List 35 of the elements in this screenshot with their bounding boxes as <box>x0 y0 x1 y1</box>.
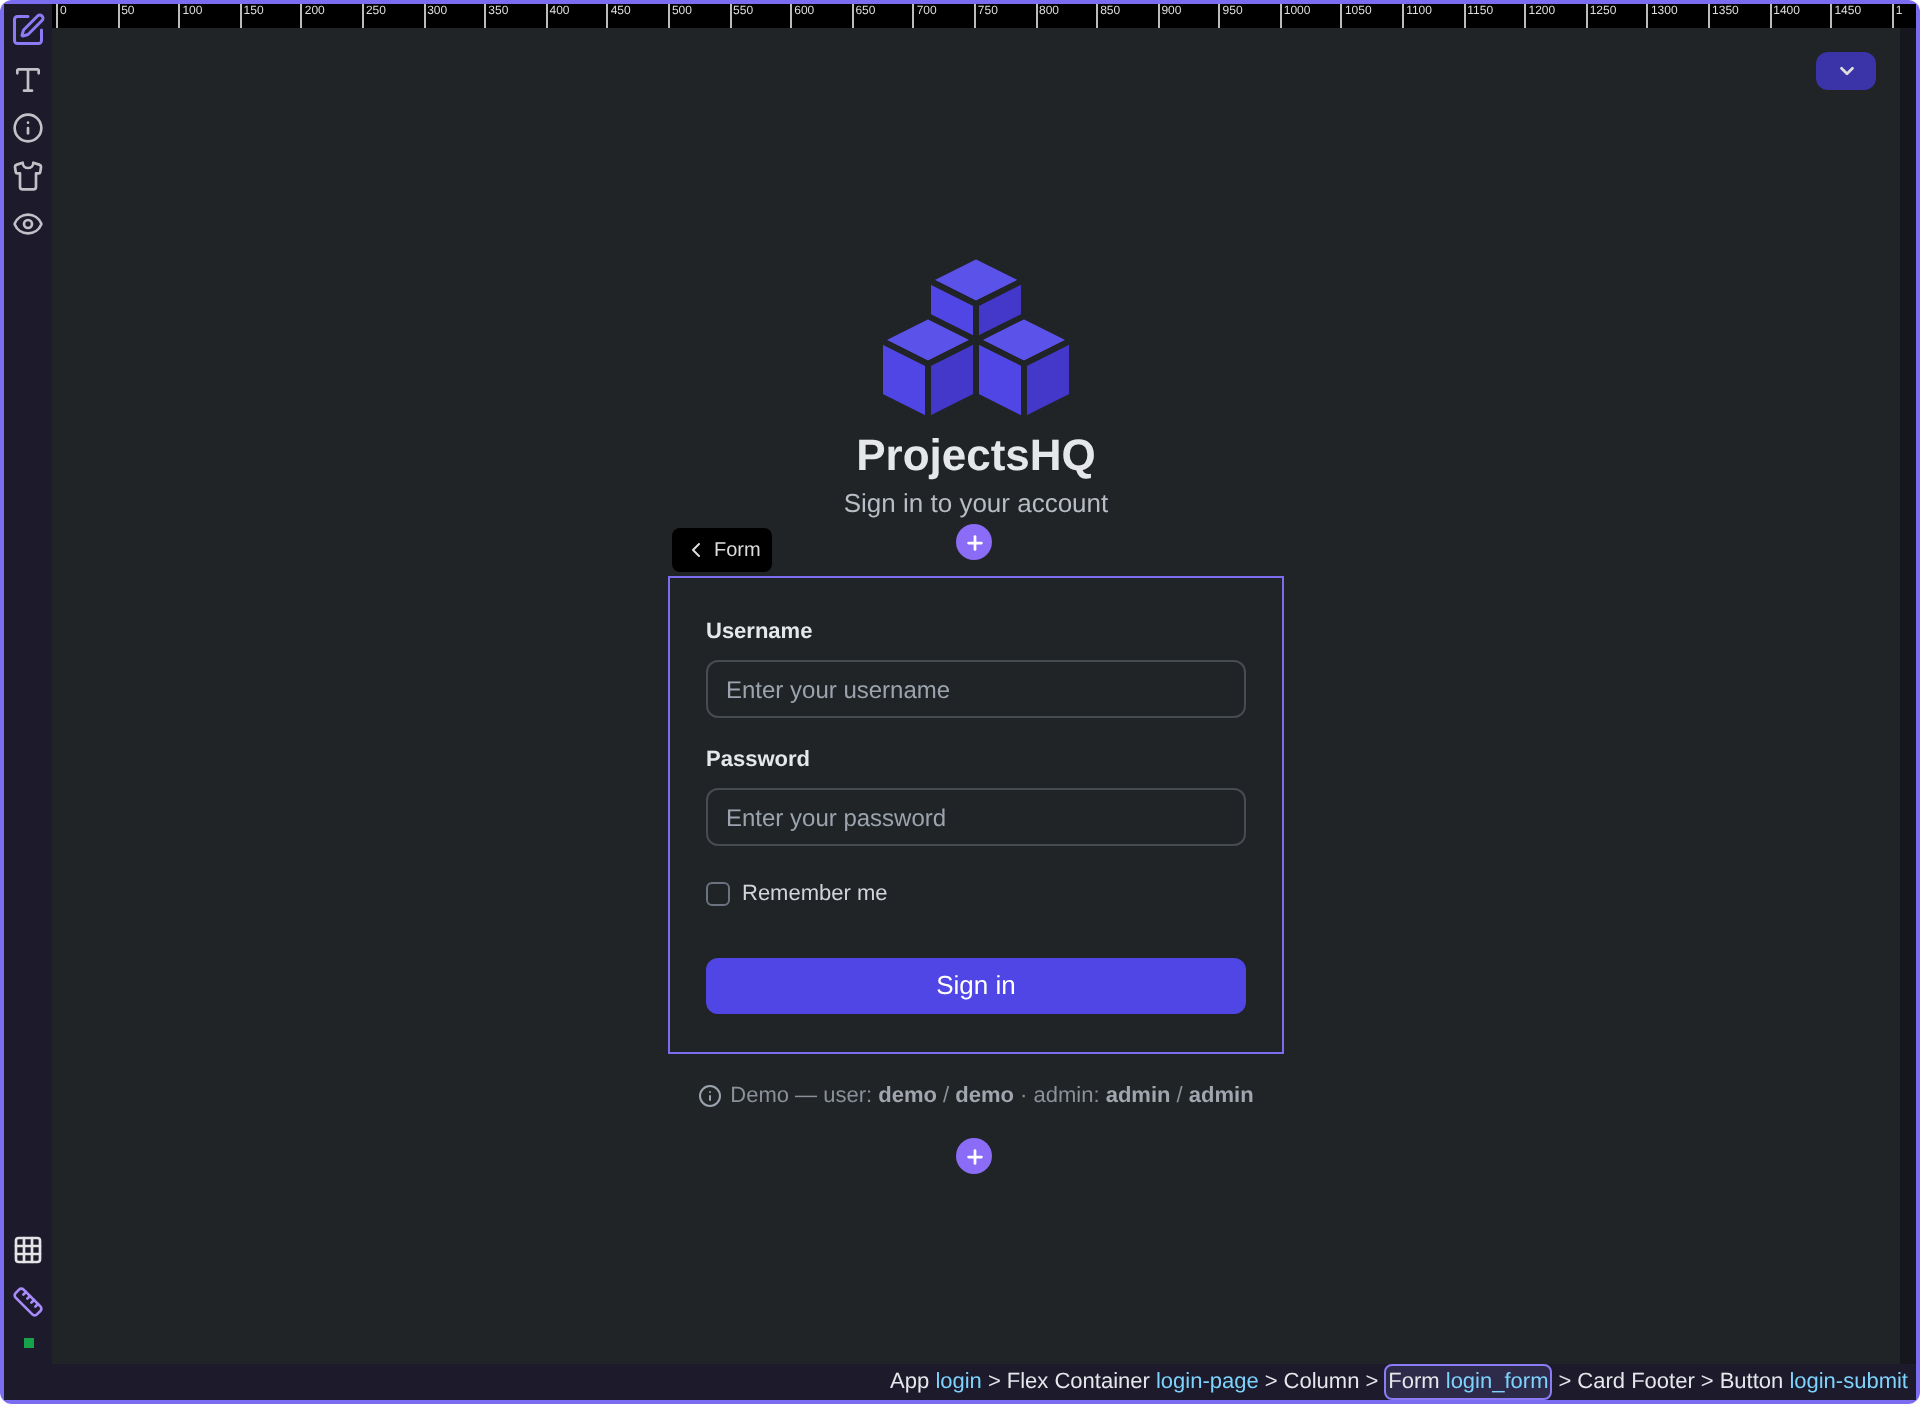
ruler-icon[interactable] <box>12 1286 44 1318</box>
separator: > <box>1365 1367 1379 1398</box>
breadcrumb-item[interactable]: Flex Container login-page <box>1006 1365 1259 1399</box>
input-field[interactable]: Enter your password <box>706 788 1246 846</box>
add-button[interactable] <box>956 524 992 560</box>
breadcrumb-item[interactable]: App login <box>890 1365 982 1399</box>
selection-tag[interactable]: Form <box>672 528 773 572</box>
separator: > <box>1558 1367 1572 1398</box>
input-field[interactable]: Enter your username <box>706 660 1246 718</box>
plus-icon <box>963 1145 985 1167</box>
separator: > <box>1264 1367 1278 1398</box>
separator: > <box>1700 1367 1714 1398</box>
dropdown-button[interactable] <box>1816 52 1876 90</box>
info-icon[interactable] <box>12 112 44 144</box>
sign-in-button[interactable]: Sign in <box>706 957 1246 1013</box>
info-icon <box>698 1083 723 1108</box>
breadcrumb-item[interactable]: Form login_form <box>1384 1363 1553 1401</box>
shirt-icon[interactable] <box>12 160 44 192</box>
breadcrumb-item[interactable]: Card Footer <box>1577 1365 1695 1399</box>
plus-icon <box>963 531 985 553</box>
add-button[interactable] <box>956 1138 992 1174</box>
subtitle: Sign in to your account <box>843 488 1109 520</box>
edit-icon[interactable] <box>10 12 46 48</box>
remember-checkbox[interactable] <box>706 882 730 907</box>
demo-credentials-note: Demo — user: demo / demo · admin: admin / admin <box>730 1081 1254 1111</box>
app-title: ProjectsHQ <box>856 430 1096 482</box>
remember-label: Remember me <box>742 880 888 910</box>
field-label: Password <box>706 746 812 774</box>
breadcrumb-item[interactable]: Column <box>1283 1365 1360 1399</box>
separator: > <box>987 1367 1001 1398</box>
text-size-icon[interactable] <box>12 64 44 96</box>
grid-icon[interactable] <box>12 1234 44 1266</box>
eye-icon[interactable] <box>12 208 44 240</box>
field-label: Username <box>706 618 815 646</box>
breadcrumb-item[interactable]: Button login-submit <box>1719 1365 1908 1399</box>
